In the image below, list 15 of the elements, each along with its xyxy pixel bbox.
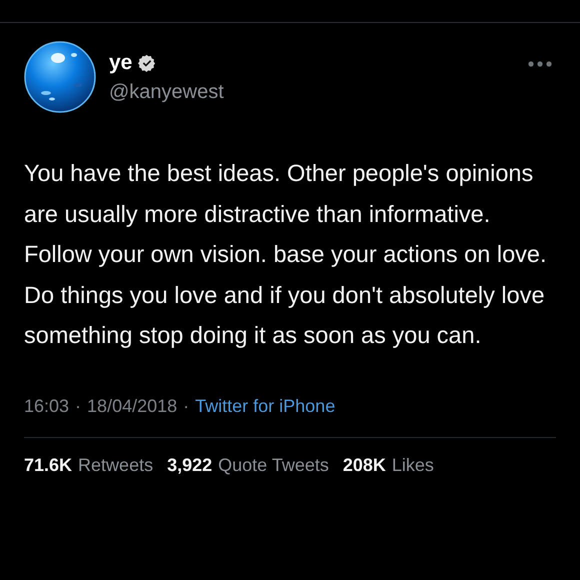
display-name[interactable]: ye [109,50,132,74]
tweet-date: 18/04/2018 [87,396,178,416]
separator-dot: · [75,396,82,416]
source-link[interactable]: Twitter for iPhone [195,396,336,416]
separator-dot: · [183,396,190,416]
stat-label[interactable]: Likes [392,454,434,476]
stat-count[interactable]: 208K [342,454,386,476]
stat-count[interactable]: 71.6K [24,454,72,476]
more-options-icon[interactable] [528,61,552,67]
stat-label[interactable]: Retweets [78,454,154,476]
stat-label[interactable]: Quote Tweets [218,454,329,476]
tweet-text: You have the best ideas. Other people's opinions are usually more distractive than informative. Follow your own vision. base your actions on love. Do things you love and if you don't absolutely love something stop doing it as soon as you can. [24,159,548,350]
tweet-time: 16:03 [24,396,70,416]
stat-count[interactable]: 3,922 [167,454,212,476]
user-handle[interactable]: @kanyewest [109,80,515,104]
